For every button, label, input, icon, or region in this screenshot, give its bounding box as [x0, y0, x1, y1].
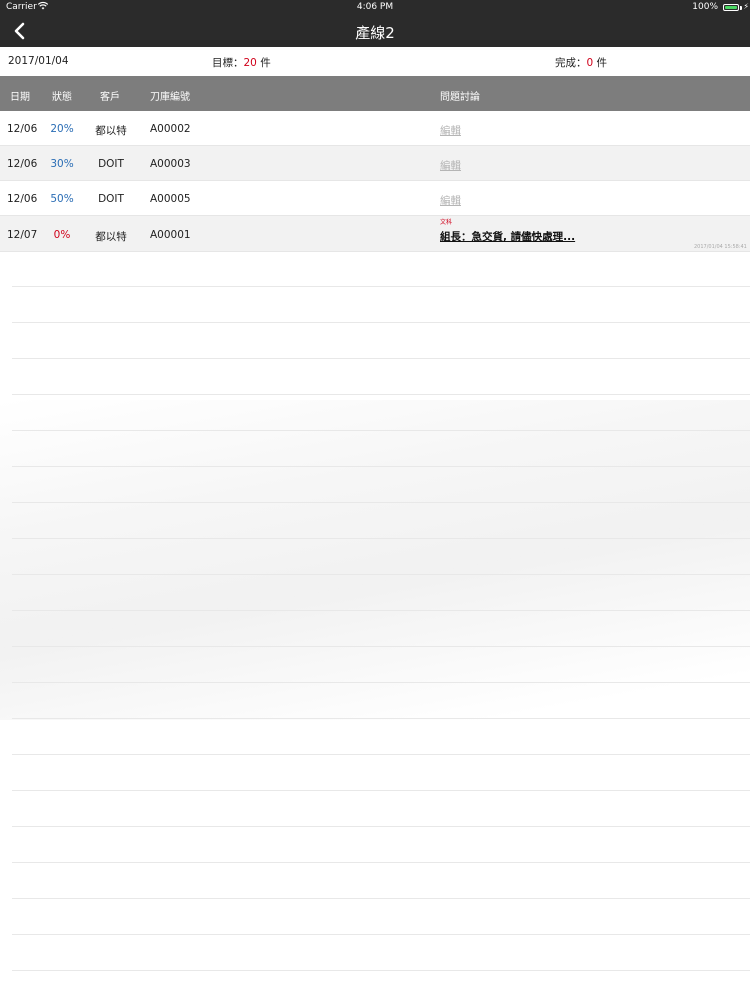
row-date: 12/06	[7, 158, 38, 170]
target-summary: 目標：20 件	[212, 55, 271, 70]
battery-icon	[723, 4, 739, 11]
row-customer: 都以特	[95, 231, 127, 243]
header-issue: 問題討論	[440, 92, 480, 103]
row-customer: DOIT	[98, 158, 124, 170]
table-row[interactable]: 12/06 20% 都以特 A00002 編輯	[0, 111, 750, 146]
edit-link[interactable]: 編輯	[440, 123, 461, 138]
row-customer: DOIT	[98, 193, 124, 205]
issue-timestamp: 2017/01/04 15:58:41	[694, 244, 747, 250]
row-status: 50%	[50, 193, 74, 205]
edit-link[interactable]: 編輯	[440, 158, 461, 173]
navigation-bar: 產線2	[0, 16, 750, 47]
row-knife-no: A00003	[150, 158, 191, 170]
target-value: 20	[243, 57, 257, 69]
done-label: 完成：	[555, 57, 587, 69]
row-knife-no: A00002	[150, 123, 191, 135]
background-ruled-lines	[12, 251, 750, 1000]
target-label: 目標：	[212, 57, 244, 69]
header-status: 狀態	[52, 92, 72, 103]
row-date: 12/06	[7, 193, 38, 205]
row-customer: 都以特	[95, 125, 127, 137]
row-status: 20%	[50, 123, 74, 135]
done-summary: 完成：0 件	[555, 55, 607, 70]
header-date: 日期	[10, 92, 30, 103]
status-time: 4:06 PM	[356, 2, 394, 12]
issue-author: 文科	[440, 219, 453, 226]
summary-date: 2017/01/04	[8, 55, 69, 67]
battery-tip	[740, 6, 742, 10]
row-status: 0%	[53, 229, 71, 241]
status-bar: Carrier 4:06 PM 100% ⚡	[0, 0, 750, 16]
issue-message-link[interactable]: 組長：急交貨, 請儘快處理...	[440, 229, 575, 244]
row-knife-no: A00005	[150, 193, 191, 205]
table-row[interactable]: 12/06 30% DOIT A00003 編輯	[0, 146, 750, 181]
table-header: 日期 狀態 客戶 刀庫編號 問題討論	[0, 76, 750, 111]
table-row[interactable]: 12/07 0% 都以特 A00001 文科 組長：急交貨, 請儘快處理... …	[0, 216, 750, 252]
battery-fill	[725, 6, 737, 9]
done-unit: 件	[593, 57, 608, 69]
header-knife-no: 刀庫編號	[150, 92, 190, 103]
row-date: 12/06	[7, 123, 38, 135]
charging-bolt-icon: ⚡	[743, 2, 749, 11]
header-customer: 客戶	[100, 92, 120, 103]
table-row[interactable]: 12/06 50% DOIT A00005 編輯	[0, 181, 750, 216]
row-date: 12/07	[7, 229, 38, 241]
battery-percent: 100%	[692, 2, 718, 12]
row-knife-no: A00001	[150, 229, 191, 241]
summary-bar: 2017/01/04 目標：20 件 完成：0 件	[0, 47, 750, 76]
edit-link[interactable]: 編輯	[440, 193, 461, 208]
page-title: 產線2	[355, 24, 395, 42]
target-unit: 件	[256, 57, 271, 69]
row-status: 30%	[50, 158, 74, 170]
